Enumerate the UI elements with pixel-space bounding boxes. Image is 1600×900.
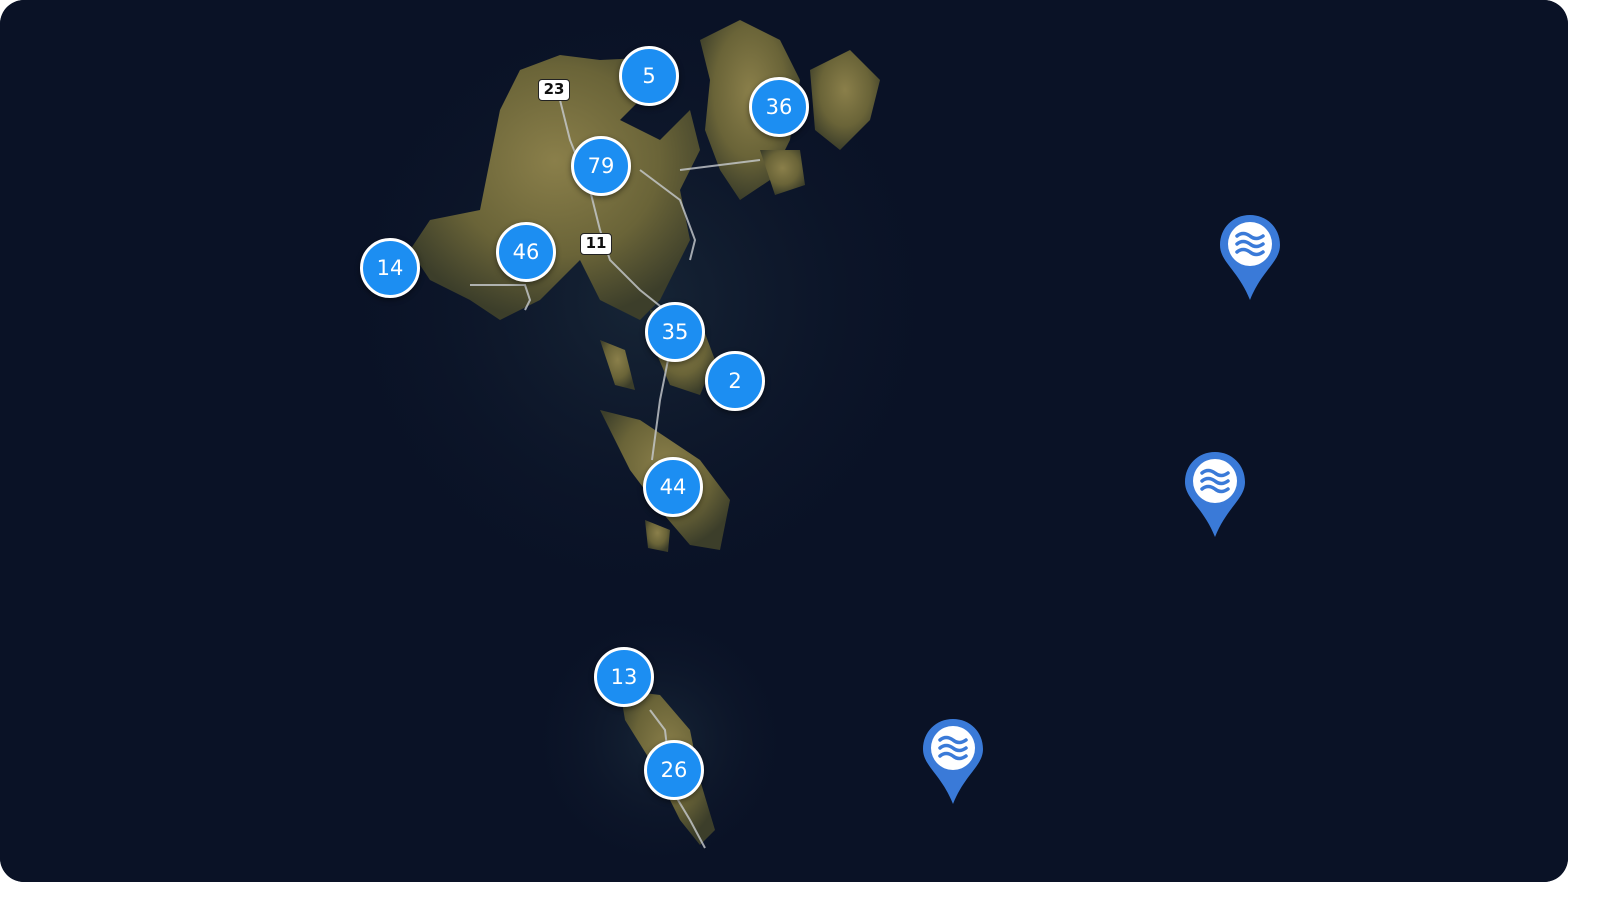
cluster-marker[interactable]: 14 — [360, 238, 420, 298]
cluster-marker[interactable]: 13 — [594, 647, 654, 707]
cluster-marker[interactable]: 26 — [644, 740, 704, 800]
cluster-marker[interactable]: 79 — [571, 136, 631, 196]
cluster-count: 2 — [728, 369, 742, 393]
cluster-marker[interactable]: 35 — [645, 302, 705, 362]
cluster-marker[interactable]: 46 — [496, 222, 556, 282]
cluster-count: 44 — [659, 475, 687, 499]
water-pin[interactable] — [1216, 212, 1284, 302]
cluster-count: 26 — [660, 758, 688, 782]
cluster-count: 79 — [587, 154, 615, 178]
road-shield-11: 11 — [580, 233, 612, 255]
water-pin[interactable] — [919, 716, 987, 806]
cluster-marker[interactable]: 36 — [749, 77, 809, 137]
map-canvas[interactable]: 23 11 5 36 79 46 14 35 2 44 13 26 — [0, 0, 1568, 882]
cluster-count: 13 — [610, 665, 638, 689]
cluster-marker[interactable]: 5 — [619, 46, 679, 106]
cluster-count: 14 — [376, 256, 404, 280]
cluster-marker[interactable]: 44 — [643, 457, 703, 517]
cluster-count: 35 — [661, 320, 689, 344]
cluster-marker[interactable]: 2 — [705, 351, 765, 411]
water-pin[interactable] — [1181, 449, 1249, 539]
cluster-count: 46 — [512, 240, 540, 264]
cluster-count: 5 — [642, 64, 656, 88]
cluster-count: 36 — [765, 95, 793, 119]
road-shield-23: 23 — [538, 79, 570, 101]
